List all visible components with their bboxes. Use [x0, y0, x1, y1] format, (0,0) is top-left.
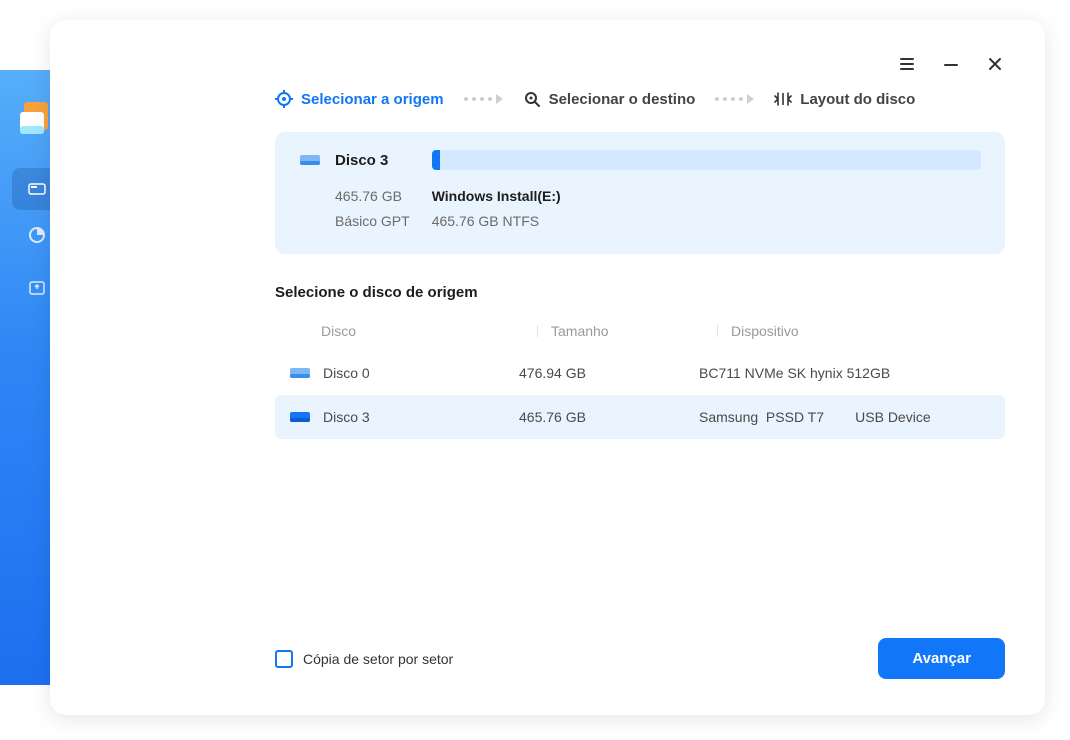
step-separator [715, 94, 754, 104]
row-size: 476.94 GB [519, 365, 699, 381]
disk-volume: Windows Install(E:) [432, 184, 561, 209]
row-disk-name: Disco 0 [323, 365, 370, 381]
close-icon[interactable] [987, 56, 1003, 72]
section-subtitle: Selecione o disco de origem [275, 284, 1005, 301]
disk-table: Disco Tamanho Dispositivo Disco 0 476.94… [275, 315, 1005, 439]
table-header: Disco Tamanho Dispositivo [275, 315, 1005, 351]
disk-icon [28, 180, 46, 198]
capacity-bar [432, 150, 981, 170]
row-disk-name: Disco 3 [323, 409, 370, 425]
selected-disk-card: Disco 3 465.76 GB Básico GPT Windows Ins… [275, 132, 1005, 254]
disk-icon [289, 409, 311, 425]
checkbox-icon [275, 650, 293, 668]
th-device: Dispositivo [731, 323, 995, 339]
selected-disk-title: Disco 3 [335, 152, 388, 169]
disk-mini-icon [299, 152, 321, 168]
step-layout[interactable]: Layout do disco [774, 90, 915, 108]
step-label: Selecionar o destino [549, 91, 696, 108]
disk-icon [289, 365, 311, 381]
sector-copy-checkbox[interactable]: Cópia de setor por setor [275, 650, 453, 668]
row-device: BC711 NVMe SK hynix 512GB [699, 365, 995, 381]
step-label: Layout do disco [800, 91, 915, 108]
next-button[interactable]: Avançar [878, 638, 1005, 679]
table-row[interactable]: Disco 0 476.94 GB BC711 NVMe SK hynix 51… [275, 351, 1005, 395]
row-size: 465.76 GB [519, 409, 699, 425]
stepper: Selecionar a origem Selecionar o destino [275, 90, 1005, 108]
step-destination[interactable]: Selecionar o destino [523, 90, 696, 108]
sector-copy-label: Cópia de setor por setor [303, 651, 453, 667]
th-size: Tamanho [551, 323, 731, 339]
target-icon [275, 90, 293, 108]
step-label: Selecionar a origem [301, 91, 444, 108]
search-target-icon [523, 90, 541, 108]
th-disk: Disco [321, 323, 551, 339]
step-source[interactable]: Selecionar a origem [275, 90, 444, 108]
titlebar [899, 56, 1003, 72]
main-panel: Selecionar a origem Selecionar o destino [50, 20, 1045, 715]
disk-capacity: 465.76 GB [335, 184, 410, 209]
bootable-icon [28, 279, 46, 297]
footer: Cópia de setor por setor Avançar [275, 622, 1005, 679]
minimize-icon[interactable] [943, 56, 959, 72]
menu-icon[interactable] [899, 56, 915, 72]
disk-volume-detail: 465.76 GB NTFS [432, 209, 561, 234]
pie-icon [28, 226, 46, 244]
disk-scheme: Básico GPT [335, 209, 410, 234]
layout-icon [774, 90, 792, 108]
row-device: Samsung PSSD T7 USB Device [699, 409, 995, 425]
step-separator [464, 94, 503, 104]
table-row[interactable]: Disco 3 465.76 GB Samsung PSSD T7 USB De… [275, 395, 1005, 439]
